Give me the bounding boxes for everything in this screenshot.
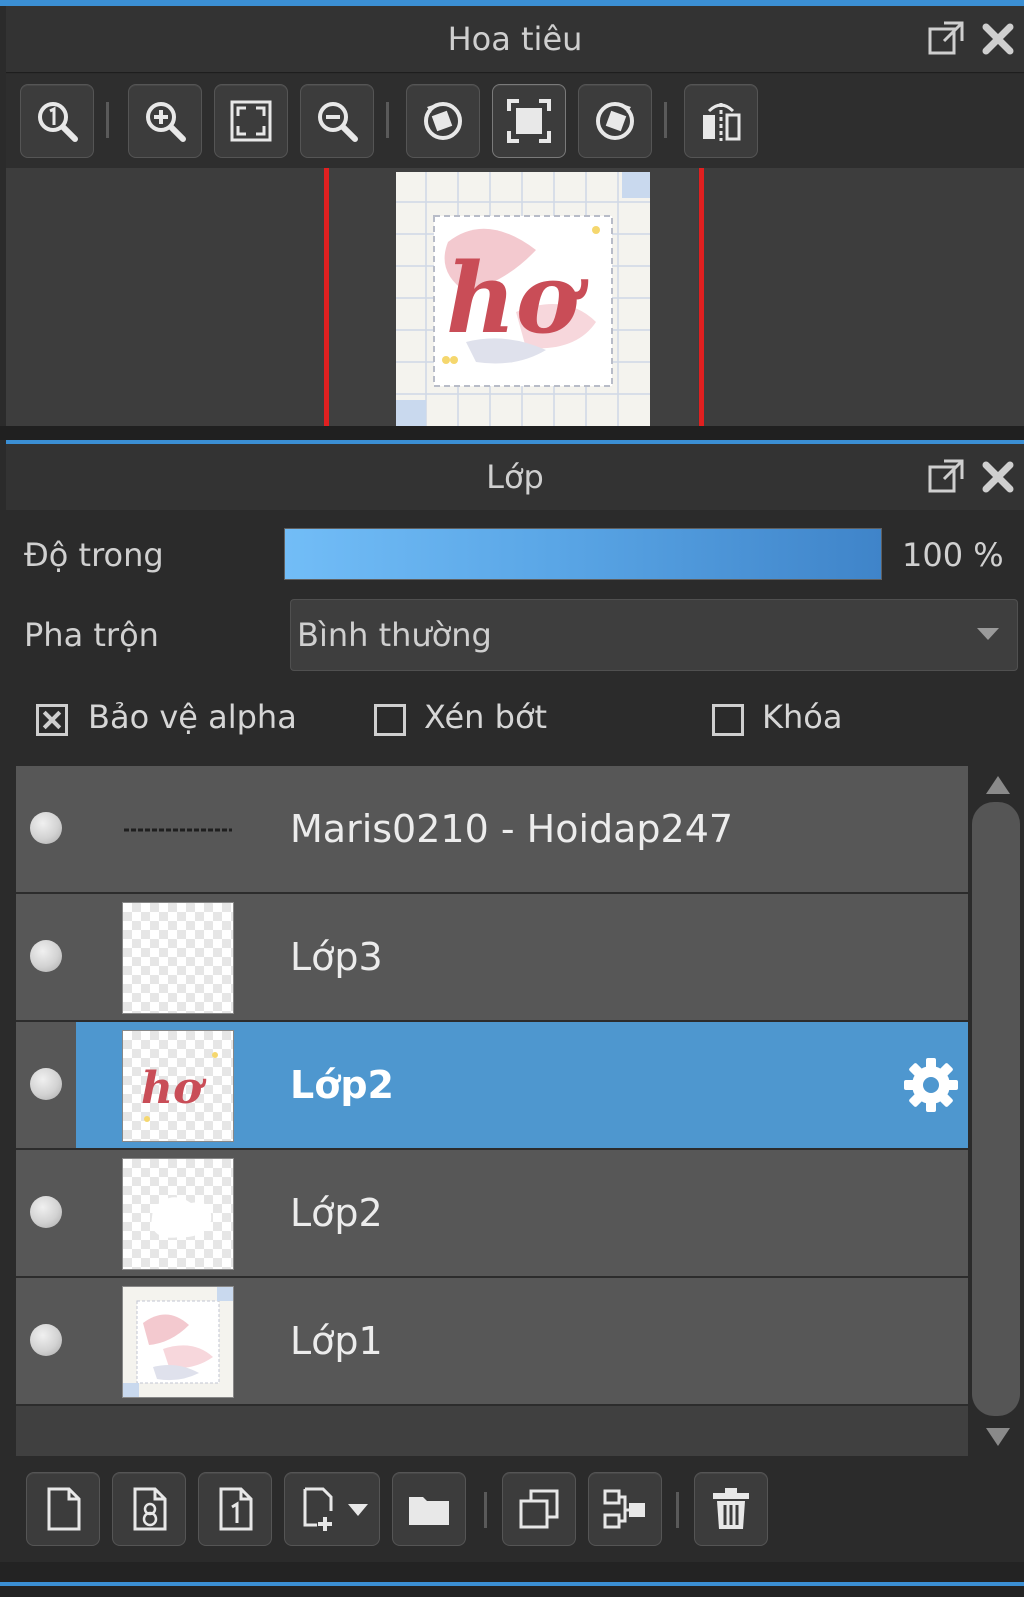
- scroll-down-icon[interactable]: [986, 1428, 1010, 1446]
- add-layer-menu-button[interactable]: [284, 1472, 380, 1546]
- layer-row[interactable]: Lớp3: [16, 894, 968, 1022]
- visibility-toggle[interactable]: [30, 1196, 62, 1228]
- popout-icon[interactable]: [926, 19, 966, 59]
- new-layer-button[interactable]: [26, 1472, 100, 1546]
- layer-list-scrollbar[interactable]: [968, 766, 1024, 1456]
- rotate-right-button[interactable]: [578, 84, 652, 158]
- rotate-left-button[interactable]: [406, 84, 480, 158]
- rotate-right-icon: [596, 102, 634, 140]
- layers-title: Lớp: [486, 458, 544, 496]
- panel-bottom-accent: [0, 1582, 1024, 1586]
- new-layer-icon: [47, 1487, 81, 1531]
- reset-view-icon: [507, 99, 551, 143]
- toolbar-separator: [484, 1492, 487, 1528]
- layer-name: Maris0210 - Hoidap247: [290, 807, 734, 851]
- svg-text:hơ: hơ: [141, 1063, 207, 1114]
- flip-horizontal-icon: [703, 103, 741, 141]
- rotate-left-icon: [424, 102, 462, 140]
- layer-row[interactable]: Maris0210 - Hoidap247: [16, 766, 968, 894]
- layer-thumbnail: hơ: [122, 1030, 234, 1142]
- protect-alpha-checkbox[interactable]: [36, 704, 68, 736]
- new-8bit-layer-button[interactable]: [112, 1472, 186, 1546]
- zoom-out-button[interactable]: [300, 84, 374, 158]
- actual-size-icon: [38, 102, 78, 142]
- opacity-value: 100 %: [902, 536, 1004, 574]
- blend-label: Pha trộn: [24, 616, 159, 654]
- layer-list: Maris0210 - Hoidap247 Lớp3 hơ Lớp2 Lớp2 …: [16, 766, 968, 1456]
- new-1bit-layer-icon: [219, 1487, 253, 1531]
- lock-checkbox[interactable]: [712, 704, 744, 736]
- reset-view-button[interactable]: [492, 84, 566, 158]
- layer-name: Lớp2: [290, 1063, 394, 1107]
- lock-label: Khóa: [762, 698, 843, 736]
- scroll-up-icon[interactable]: [986, 776, 1010, 794]
- blend-mode-value: Bình thường: [297, 616, 492, 654]
- opacity-slider[interactable]: [284, 528, 882, 580]
- new-1bit-layer-button[interactable]: [198, 1472, 272, 1546]
- view-frame-right: [699, 168, 704, 426]
- layer-row[interactable]: Lớp2: [16, 1150, 968, 1278]
- visibility-toggle[interactable]: [30, 1068, 62, 1100]
- gear-icon[interactable]: [902, 1056, 960, 1114]
- layer-thumbnail: [120, 822, 236, 836]
- layer-row[interactable]: Lớp1: [16, 1278, 968, 1406]
- actual-size-button[interactable]: [20, 84, 94, 158]
- duplicate-layer-button[interactable]: [502, 1472, 576, 1546]
- zoom-in-icon: [146, 102, 186, 142]
- blend-mode-select[interactable]: Bình thường: [290, 599, 1018, 671]
- new-folder-button[interactable]: [392, 1472, 466, 1546]
- scrollbar-thumb[interactable]: [972, 802, 1020, 1416]
- popout-icon[interactable]: [926, 457, 966, 497]
- layer-name: Lớp1: [290, 1319, 383, 1363]
- protect-alpha-label: Bảo vệ alpha: [88, 698, 297, 736]
- delete-layer-button[interactable]: [694, 1472, 768, 1546]
- opacity-label: Độ trong: [24, 536, 164, 574]
- merge-down-button[interactable]: [588, 1472, 662, 1546]
- layers-toolbar: [0, 1456, 1024, 1562]
- navigator-header: Hoa tiêu: [6, 6, 1024, 73]
- toolbar-separator: [106, 102, 109, 138]
- panel-bottom: [0, 1562, 1024, 1597]
- svg-text:hơ: hơ: [446, 242, 589, 355]
- delete-layer-icon: [713, 1488, 749, 1529]
- layer-row-selected[interactable]: hơ Lớp2: [16, 1022, 968, 1150]
- visibility-toggle[interactable]: [30, 1324, 62, 1356]
- navigator-preview[interactable]: hơ: [6, 168, 1024, 426]
- clipping-checkbox[interactable]: [374, 704, 406, 736]
- canvas-thumbnail: hơ: [396, 172, 650, 426]
- view-frame-left: [324, 168, 329, 426]
- layer-name: Lớp2: [290, 1191, 383, 1235]
- add-layer-menu-icon: [303, 1487, 333, 1531]
- navigator-title: Hoa tiêu: [447, 20, 583, 58]
- fit-window-button[interactable]: [214, 84, 288, 158]
- visibility-toggle[interactable]: [30, 940, 62, 972]
- toolbar-separator: [386, 102, 389, 138]
- layers-header: Lớp: [6, 444, 1024, 511]
- merge-down-icon: [603, 1489, 645, 1529]
- new-folder-icon: [409, 1497, 449, 1525]
- close-icon[interactable]: [978, 457, 1018, 497]
- navigator-toolbar: [6, 74, 1024, 168]
- chevron-down-icon: [348, 1504, 368, 1516]
- duplicate-layer-icon: [519, 1489, 559, 1529]
- layer-name: Lớp3: [290, 935, 383, 979]
- toolbar-separator: [676, 1492, 679, 1528]
- toolbar-separator: [664, 102, 667, 138]
- clipping-label: Xén bớt: [424, 698, 548, 736]
- zoom-out-icon: [318, 102, 358, 142]
- flip-horizontal-button[interactable]: [684, 84, 758, 158]
- close-icon[interactable]: [978, 19, 1018, 59]
- layer-thumbnail: [122, 1286, 234, 1398]
- panel-splitter[interactable]: [0, 426, 1024, 440]
- layer-thumbnail: [122, 902, 234, 1014]
- zoom-in-button[interactable]: [128, 84, 202, 158]
- fit-window-icon: [230, 100, 272, 142]
- visibility-toggle[interactable]: [30, 812, 62, 844]
- layer-thumbnail: [122, 1158, 234, 1270]
- chevron-down-icon: [977, 628, 999, 640]
- new-8bit-layer-icon: [133, 1487, 167, 1531]
